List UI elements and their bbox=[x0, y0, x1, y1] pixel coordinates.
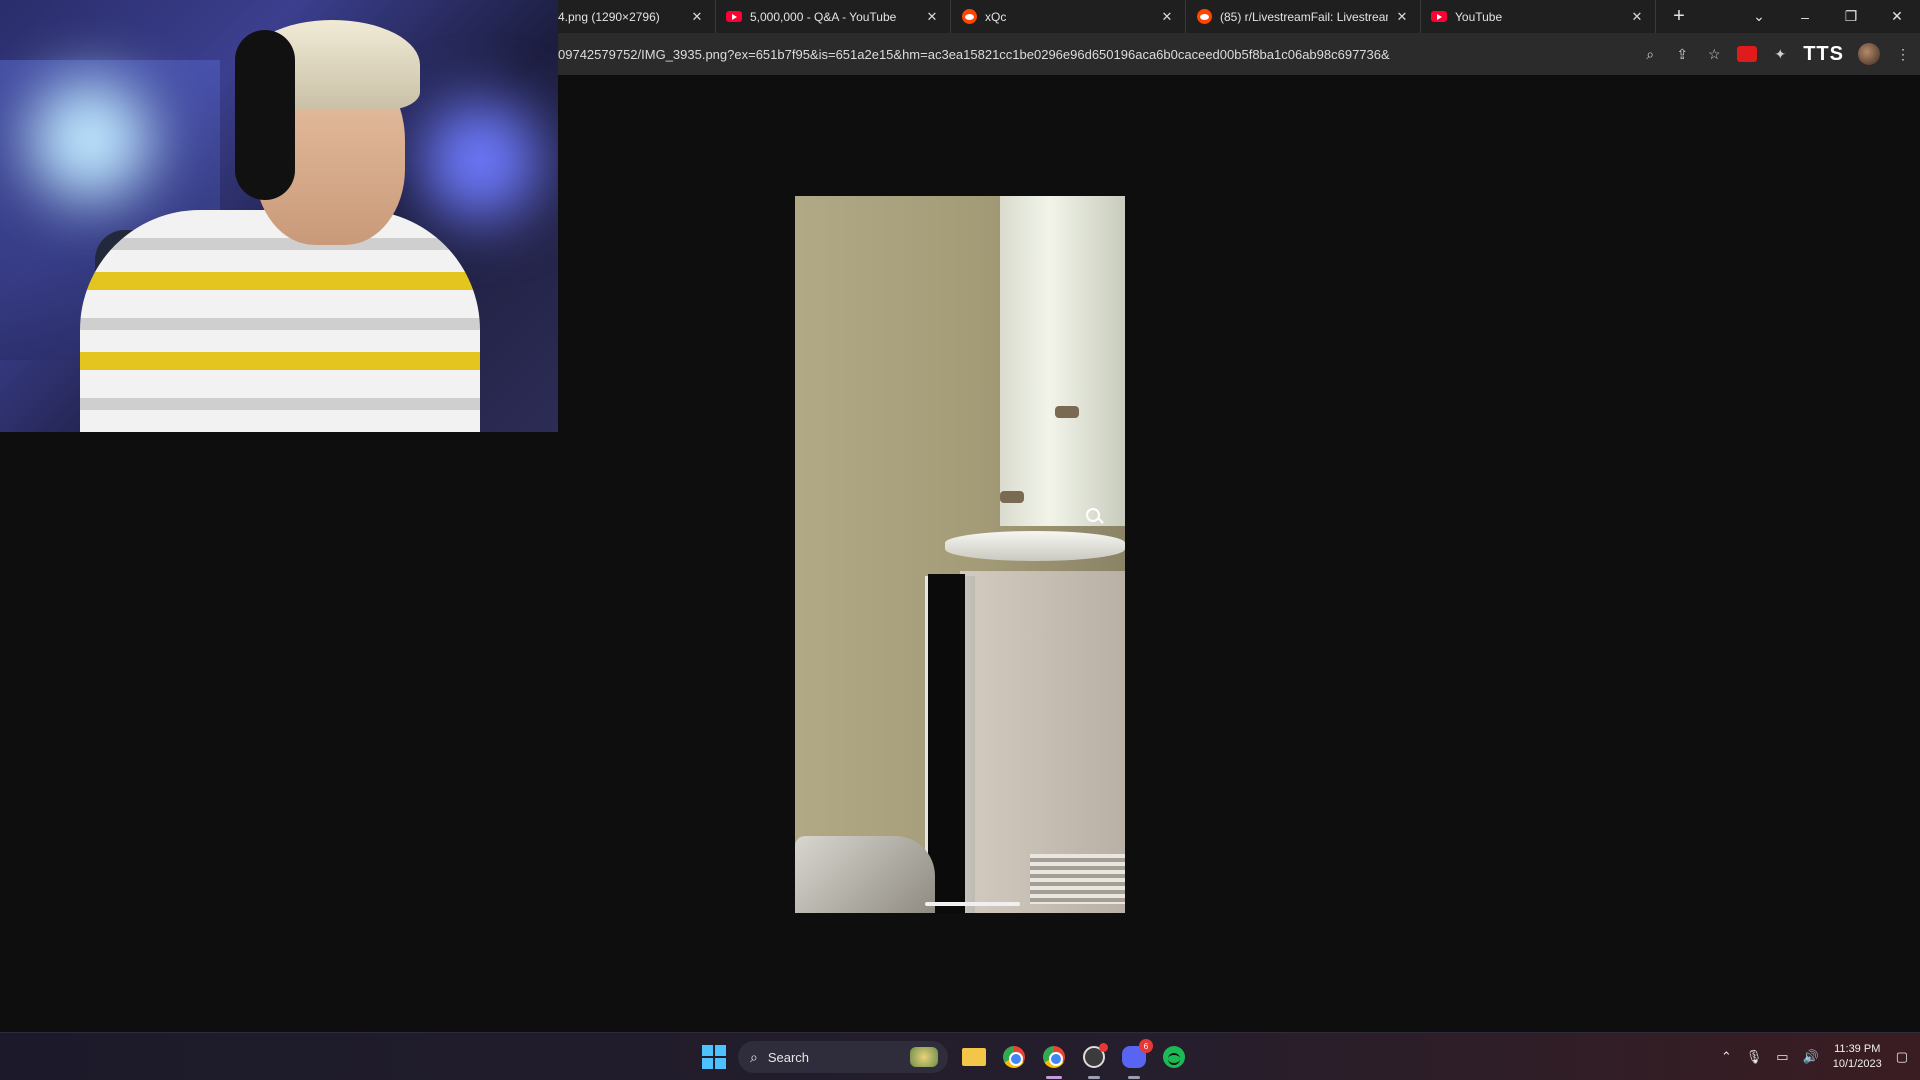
close-icon[interactable]: ✕ bbox=[1394, 9, 1410, 25]
reddit-icon bbox=[1196, 9, 1212, 25]
search-highlight-icon bbox=[910, 1047, 938, 1067]
browser-toolbar: 09742579752/IMG_3935.png?ex=651b7f95&is=… bbox=[558, 33, 1920, 75]
microphone-icon[interactable]: 🎙 bbox=[1746, 1049, 1763, 1065]
extension-red-icon[interactable] bbox=[1737, 46, 1758, 62]
webcam-light-glow bbox=[420, 100, 540, 220]
taskbar-search[interactable]: ⌕ Search bbox=[738, 1041, 948, 1073]
search-label: Search bbox=[767, 1049, 810, 1065]
reddit-icon bbox=[961, 9, 977, 25]
image-upper-cabinet bbox=[1000, 196, 1125, 526]
taskbar-apps: ⌕ Search 6 bbox=[702, 1033, 1188, 1080]
close-icon[interactable]: ✕ bbox=[924, 9, 940, 25]
image-clutter bbox=[795, 836, 935, 913]
image-home-indicator bbox=[925, 902, 1020, 906]
chevron-up-icon[interactable]: ⌃ bbox=[1721, 1049, 1732, 1065]
bookmark-star-icon[interactable]: ☆ bbox=[1705, 45, 1723, 63]
webcam-overlay bbox=[0, 0, 558, 432]
tab-youtube-qa[interactable]: 5,000,000 - Q&A - YouTube ✕ bbox=[716, 0, 951, 33]
toolbar-icons: ⌕ ⇪ ☆ ✦ TTS ⋮ bbox=[1641, 33, 1912, 75]
webcam-person-shirt bbox=[80, 210, 480, 432]
image-plate bbox=[945, 531, 1125, 561]
close-icon[interactable]: ✕ bbox=[1629, 9, 1645, 25]
obs-icon[interactable] bbox=[1080, 1043, 1108, 1079]
close-window-icon[interactable]: ✕ bbox=[1874, 8, 1920, 25]
share-icon[interactable]: ⇪ bbox=[1673, 45, 1691, 63]
system-tray: ⌃ 🎙 ▭ 🔊 11:39 PM 10/1/2023 ▢ bbox=[1721, 1033, 1908, 1080]
image-fridge-gap bbox=[928, 574, 965, 913]
tab-youtube[interactable]: YouTube ✕ bbox=[1421, 0, 1656, 33]
tab-search-chevron-icon[interactable]: ⌄ bbox=[1736, 8, 1782, 25]
browser-tab-strip: 4.png (1290×2796) ✕ 5,000,000 - Q&A - Yo… bbox=[558, 0, 1920, 33]
tab-title: (85) r/LivestreamFail: Livestrean bbox=[1220, 9, 1388, 24]
chrome-icon[interactable] bbox=[1000, 1043, 1028, 1071]
tab-title: xQc bbox=[985, 9, 1007, 24]
tab-title: 4.png (1290×2796) bbox=[558, 9, 660, 24]
minimize-icon[interactable]: – bbox=[1782, 9, 1828, 25]
youtube-icon bbox=[726, 9, 742, 25]
image-vent bbox=[1030, 854, 1125, 904]
system-clock[interactable]: 11:39 PM 10/1/2023 bbox=[1833, 1042, 1882, 1072]
discord-badge: 6 bbox=[1139, 1039, 1153, 1053]
taskbar: ⌕ Search 6 ⌃ 🎙 ▭ 🔊 11:39 PM 10/1/2023 ▢ bbox=[0, 1032, 1920, 1080]
close-icon[interactable]: ✕ bbox=[689, 9, 705, 25]
network-icon[interactable]: ▭ bbox=[1776, 1049, 1788, 1065]
webcam-light-glow bbox=[30, 80, 150, 200]
webcam-headset bbox=[235, 30, 295, 200]
youtube-icon bbox=[1431, 9, 1447, 25]
tab-reddit-xqc[interactable]: xQc ✕ bbox=[951, 0, 1186, 33]
search-icon: ⌕ bbox=[750, 1048, 758, 1065]
address-bar[interactable]: 09742579752/IMG_3935.png?ex=651b7f95&is=… bbox=[558, 47, 1678, 62]
viewed-image[interactable] bbox=[795, 196, 1125, 913]
chrome-active-icon[interactable] bbox=[1040, 1043, 1068, 1079]
extensions-puzzle-icon[interactable]: ✦ bbox=[1771, 45, 1789, 63]
tab-title: YouTube bbox=[1455, 9, 1503, 24]
file-explorer-icon[interactable] bbox=[960, 1043, 988, 1071]
windows-start-icon[interactable] bbox=[702, 1045, 726, 1069]
tab-title: 5,000,000 - Q&A - YouTube bbox=[750, 9, 897, 24]
clock-time: 11:39 PM bbox=[1834, 1043, 1881, 1055]
restore-icon[interactable]: ❐ bbox=[1828, 8, 1874, 25]
window-controls: ⌄ – ❐ ✕ bbox=[1736, 0, 1920, 33]
tab-image[interactable]: 4.png (1290×2796) ✕ bbox=[558, 0, 716, 33]
volume-icon[interactable]: 🔊 bbox=[1803, 1049, 1819, 1065]
screen: 4.png (1290×2796) ✕ 5,000,000 - Q&A - Yo… bbox=[0, 0, 1920, 1080]
notification-icon[interactable]: ▢ bbox=[1896, 1049, 1908, 1065]
menu-dots-icon[interactable]: ⋮ bbox=[1894, 45, 1912, 63]
tts-extension-label[interactable]: TTS bbox=[1803, 43, 1844, 66]
discord-icon[interactable]: 6 bbox=[1120, 1039, 1153, 1079]
profile-avatar[interactable] bbox=[1858, 43, 1880, 65]
tab-reddit-lsf[interactable]: (85) r/LivestreamFail: Livestrean ✕ bbox=[1186, 0, 1421, 33]
clock-date: 10/1/2023 bbox=[1832, 1058, 1882, 1070]
new-tab-button[interactable]: + bbox=[1664, 2, 1694, 32]
spotify-icon[interactable] bbox=[1160, 1043, 1188, 1071]
zoom-cursor-icon bbox=[1086, 508, 1100, 522]
close-icon[interactable]: ✕ bbox=[1159, 9, 1175, 25]
zoom-icon[interactable]: ⌕ bbox=[1641, 45, 1659, 63]
